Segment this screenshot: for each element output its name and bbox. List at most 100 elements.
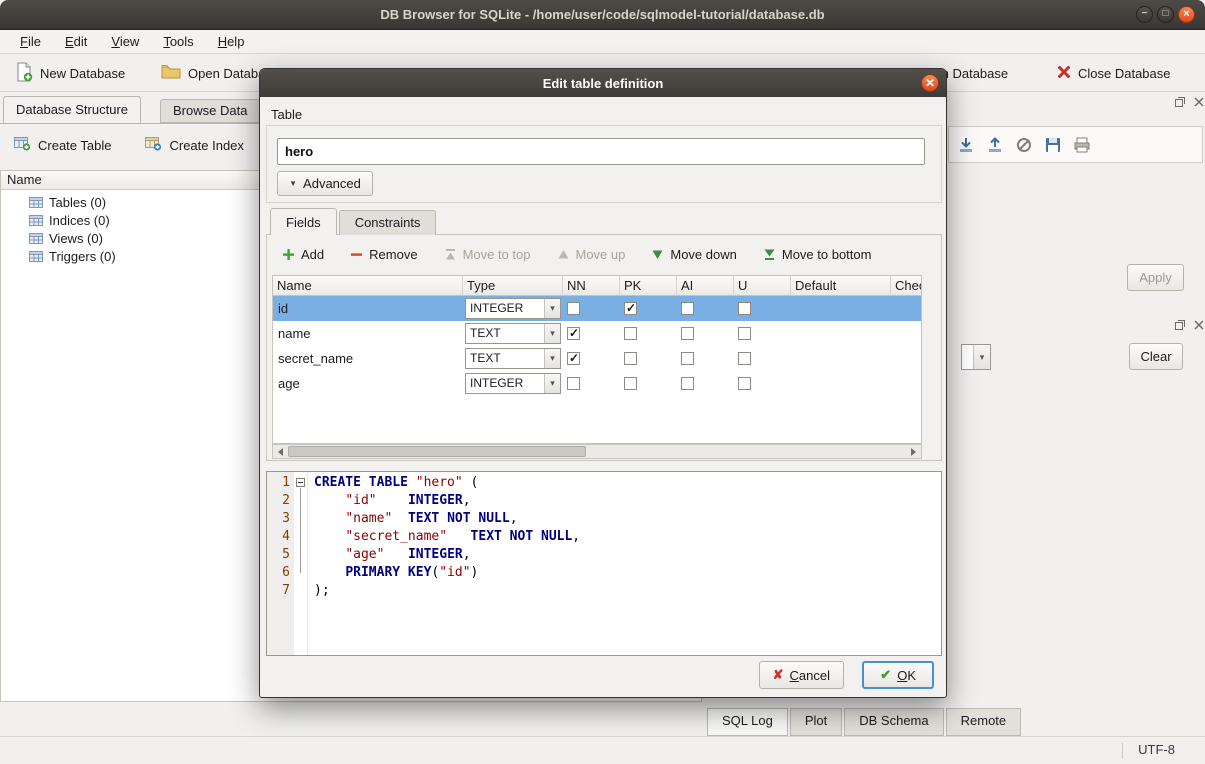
check-cell[interactable] — [891, 296, 922, 321]
edit-cell-import-icon[interactable] — [954, 133, 978, 157]
menu-tools[interactable]: Tools — [151, 31, 205, 52]
sql-code[interactable]: CREATE TABLE "hero" ( "id" INTEGER, "nam… — [308, 472, 941, 655]
edit-cell-export-icon[interactable] — [983, 133, 1007, 157]
field-name-cell[interactable]: secret_name — [273, 346, 463, 371]
pk-cell — [620, 296, 677, 321]
menu-view[interactable]: View — [99, 31, 151, 52]
field-row[interactable]: nameTEXT▾ — [273, 321, 922, 346]
default-cell[interactable] — [791, 321, 891, 346]
title-bar[interactable]: DB Browser for SQLite - /home/user/code/… — [0, 0, 1205, 30]
table-name-input[interactable] — [277, 138, 925, 165]
window-controls: − □ × — [1136, 6, 1195, 23]
pk-checkbox[interactable] — [624, 352, 637, 365]
clear-button[interactable]: Clear — [1129, 343, 1183, 370]
move-to-bottom-button[interactable]: Move to bottom — [755, 244, 880, 265]
column-header-name[interactable]: Name — [273, 276, 463, 296]
type-select[interactable]: TEXT▾ — [465, 348, 561, 369]
pk-checkbox[interactable] — [624, 327, 637, 340]
field-name-cell[interactable]: id — [273, 296, 463, 321]
menu-edit[interactable]: Edit — [53, 31, 99, 52]
bottom-tab-remote[interactable]: Remote — [946, 708, 1022, 736]
type-select[interactable]: INTEGER▾ — [465, 298, 561, 319]
field-row[interactable]: secret_nameTEXT▾ — [273, 346, 922, 371]
cancel-button[interactable]: ✘ Cancel — [759, 661, 844, 689]
menu-help[interactable]: Help — [206, 31, 257, 52]
u-checkbox[interactable] — [738, 377, 751, 390]
new-database-button[interactable]: New Database — [6, 58, 134, 88]
column-header-pk[interactable]: PK — [620, 276, 677, 296]
ai-checkbox[interactable] — [681, 352, 694, 365]
menu-file[interactable]: File — [8, 31, 53, 52]
pk-checkbox[interactable] — [624, 302, 637, 315]
check-cell[interactable] — [891, 321, 922, 346]
scroll-right-icon[interactable] — [906, 445, 921, 458]
check-cell[interactable] — [891, 346, 922, 371]
create-index-button[interactable]: Create Index — [137, 132, 251, 158]
tab-browse-data[interactable]: Browse Data — [160, 99, 260, 123]
ai-checkbox[interactable] — [681, 302, 694, 315]
column-header-default[interactable]: Default — [791, 276, 891, 296]
scroll-left-icon[interactable] — [273, 445, 288, 458]
bottom-tab-db-schema[interactable]: DB Schema — [844, 708, 943, 736]
field-name-cell[interactable]: name — [273, 321, 463, 346]
u-checkbox[interactable] — [738, 302, 751, 315]
default-cell[interactable] — [791, 346, 891, 371]
u-checkbox[interactable] — [738, 327, 751, 340]
nn-checkbox[interactable] — [567, 302, 580, 315]
identity-select[interactable]: ▾ — [961, 344, 991, 370]
nn-checkbox[interactable] — [567, 352, 580, 365]
pk-checkbox[interactable] — [624, 377, 637, 390]
create-table-icon — [14, 136, 31, 154]
minimize-button[interactable]: − — [1136, 6, 1153, 23]
column-header-u[interactable]: U — [734, 276, 791, 296]
field-row[interactable]: idINTEGER▾ — [273, 296, 922, 321]
dialog-close-button[interactable]: ✕ — [921, 74, 939, 92]
default-cell[interactable] — [791, 371, 891, 396]
edit-cell-print-icon[interactable] — [1070, 133, 1094, 157]
move-down-button[interactable]: Move down — [643, 244, 744, 265]
field-type-cell: INTEGER▾ — [463, 371, 563, 396]
field-row[interactable]: ageINTEGER▾ — [273, 371, 922, 396]
field-name-cell[interactable]: age — [273, 371, 463, 396]
move-top-icon — [444, 248, 457, 261]
grid-body: idINTEGER▾nameTEXT▾secret_nameTEXT▾ageIN… — [273, 296, 921, 396]
default-cell[interactable] — [791, 296, 891, 321]
column-header-check[interactable]: Check — [891, 276, 922, 296]
ai-checkbox[interactable] — [681, 327, 694, 340]
ai-checkbox[interactable] — [681, 377, 694, 390]
column-header-ai[interactable]: AI — [677, 276, 734, 296]
add-button[interactable]: Add — [274, 244, 332, 265]
bottom-tab-plot[interactable]: Plot — [790, 708, 842, 736]
bottom-tab-sql-log[interactable]: SQL Log — [707, 708, 788, 736]
dialog-tab-fields[interactable]: Fields — [270, 208, 337, 235]
close-button[interactable]: × — [1178, 6, 1195, 23]
type-select[interactable]: TEXT▾ — [465, 323, 561, 344]
type-select[interactable]: INTEGER▾ — [465, 373, 561, 394]
edit-cell-save-icon[interactable] — [1041, 133, 1065, 157]
dialog-tab-constraints[interactable]: Constraints — [339, 210, 437, 235]
close-database-button[interactable]: Close Database — [1048, 58, 1180, 88]
fold-collapse-icon[interactable] — [296, 478, 305, 487]
u-checkbox[interactable] — [738, 352, 751, 365]
dock-close-icon[interactable] — [1192, 95, 1205, 109]
edit-cell-null-icon[interactable] — [1012, 133, 1036, 157]
scrollbar-thumb[interactable] — [288, 446, 586, 457]
advanced-toggle-button[interactable]: ▼ Advanced — [277, 171, 373, 196]
maximize-button[interactable]: □ — [1157, 6, 1174, 23]
create-table-button[interactable]: Create Table — [6, 132, 119, 158]
grid-horizontal-scrollbar[interactable] — [272, 444, 922, 459]
nn-checkbox[interactable] — [567, 327, 580, 340]
u-cell — [734, 346, 791, 371]
dock-float-icon[interactable] — [1173, 95, 1187, 109]
column-header-type[interactable]: Type — [463, 276, 563, 296]
remove-button[interactable]: Remove — [342, 244, 425, 265]
tab-database-structure[interactable]: Database Structure — [3, 96, 141, 123]
dock-close-icon[interactable] — [1192, 318, 1205, 332]
nn-checkbox[interactable] — [567, 377, 580, 390]
dock-float-icon[interactable] — [1173, 318, 1187, 332]
u-cell — [734, 321, 791, 346]
check-cell[interactable] — [891, 371, 922, 396]
column-header-nn[interactable]: NN — [563, 276, 620, 296]
ok-button[interactable]: ✔ OK — [862, 661, 934, 689]
dialog-title-bar[interactable]: Edit table definition ✕ — [260, 69, 946, 97]
